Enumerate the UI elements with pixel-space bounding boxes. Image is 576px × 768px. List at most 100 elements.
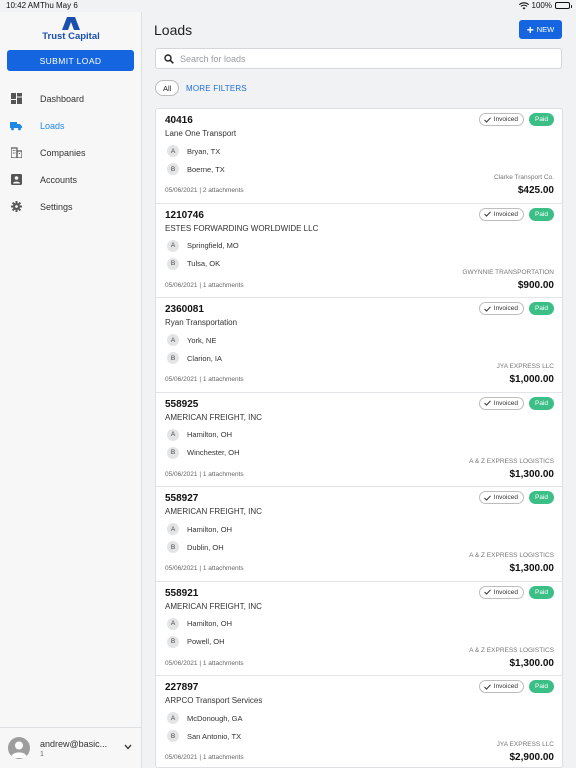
load-amount: $1,300.00 [509,563,555,574]
origin-marker-icon: A [167,617,179,630]
load-card[interactable]: 1210746 ESTES FORWARDING WORLDWIDE LLC A… [156,204,562,298]
invoiced-badge: Invoiced [478,680,524,693]
sidebar-item-accounts[interactable]: Accounts [0,166,142,193]
person-icon [11,741,27,758]
paid-badge: Paid [528,396,554,410]
status-chips: Invoiced Paid [478,113,554,126]
status-time: 10:42 AM [6,1,40,10]
status-bar: 10:42 AM Thu May 6 100% [0,0,576,12]
sidebar-item-settings[interactable]: Settings [0,193,142,220]
trust-capital-logo-icon [62,17,80,30]
search-input[interactable] [180,53,540,64]
invoiced-label: Invoiced [493,399,518,407]
load-number: 2360081 [165,304,204,315]
invoiced-label: Invoiced [493,210,518,218]
origin-marker-icon: A [167,145,179,157]
destination-city: Dublin, OH [187,542,224,552]
load-carrier: ESTES FORWARDING WORLDWIDE LLC [165,223,319,233]
status-chips: Invoiced Paid [478,585,554,599]
status-chips: Invoiced Paid [478,207,554,221]
invoiced-label: Invoiced [493,116,518,123]
filter-chip-all[interactable]: All [155,80,180,96]
status-date: Thu May 6 [40,1,78,10]
truck-icon [10,120,22,132]
destination-marker-icon: B [167,635,179,648]
origin-stop: A York, NE [167,334,216,346]
check-icon [483,211,491,217]
load-number: 558927 [165,493,199,504]
load-card[interactable]: 227897 ARPCO Transport Services A McDono… [156,676,562,767]
load-amount: $1,300.00 [509,468,555,480]
origin-stop: A McDonough, GA [167,712,242,724]
load-card[interactable]: 2360081 Ryan Transportation A York, NE B… [156,298,562,393]
load-meta: 05/06/2021 | 2 attachments [165,187,244,194]
destination-city: San Antonio, TX [187,731,242,741]
origin-city: Hamilton, OH [187,619,233,628]
load-number: 1210746 [165,209,204,221]
origin-city: McDonough, GA [187,713,243,723]
load-meta: 05/06/2021 | 1 attachments [165,565,244,572]
load-amount: $1,000.00 [509,374,555,385]
origin-stop: A Hamilton, OH [167,428,233,441]
status-chips: Invoiced Paid [478,302,554,315]
gear-icon [10,201,22,213]
status-chips: Invoiced Paid [478,396,554,410]
sidebar-item-loads[interactable]: Loads [0,112,142,139]
load-number: 227897 [165,682,199,693]
chevron-down-icon[interactable] [124,744,132,750]
load-card[interactable]: 558927 AMERICAN FREIGHT, INC A Hamilton,… [156,487,562,582]
sidebar-nav: Dashboard Loads Companies Accounts Setti… [0,85,142,220]
main-content: Loads + NEW All MORE FILTERS 40416 Lane … [142,12,576,768]
check-icon [483,400,491,406]
sidebar-item-label: Companies [40,147,86,158]
destination-city: Tulsa, OK [187,259,221,268]
invoiced-badge: Invoiced [478,207,524,221]
invoiced-badge: Invoiced [478,302,524,315]
origin-stop: A Bryan, TX [167,145,220,157]
battery-percent: 100% [531,1,552,10]
load-card[interactable]: 40416 Lane One Transport A Bryan, TX B B… [156,109,562,204]
destination-stop: B Winchester, OH [167,446,240,459]
origin-stop: A Hamilton, OH [167,617,233,630]
sidebar-item-label: Settings [40,201,73,212]
invoiced-label: Invoiced [493,305,518,312]
load-amount: $900.00 [517,279,554,291]
load-meta: 05/06/2021 | 1 attachments [165,659,244,667]
load-carrier: ARPCO Transport Services [165,696,263,705]
user-sub: 1 [40,750,44,758]
load-payee: JYA EXPRESS LLC [496,363,554,370]
origin-city: Hamilton, OH [187,430,233,439]
sidebar-item-dashboard[interactable]: Dashboard [0,85,142,112]
destination-stop: B San Antonio, TX [167,730,241,742]
origin-city: Hamilton, OH [187,524,233,534]
origin-stop: A Hamilton, OH [167,523,232,535]
account-box-icon [10,174,22,186]
load-meta: 05/06/2021 | 1 attachments [165,754,244,761]
load-card[interactable]: 558921 AMERICAN FREIGHT, INC A Hamilton,… [156,582,562,676]
load-payee: GWYNNIE TRANSPORTATION [462,268,554,276]
load-payee: A & Z EXPRESS LOGISTICS [469,457,554,465]
check-icon [483,116,491,123]
origin-marker-icon: A [167,523,179,535]
load-carrier: Lane One Transport [165,129,237,138]
invoiced-badge: Invoiced [478,113,524,126]
submit-load-button[interactable]: SUBMIT LOAD [7,50,134,71]
load-amount: $2,900.00 [509,752,555,763]
destination-city: Clarion, IA [187,353,223,363]
origin-stop: A Springfield, MO [167,239,239,252]
load-card[interactable]: 558925 AMERICAN FREIGHT, INC A Hamilton,… [156,393,562,487]
battery-icon [555,2,572,9]
more-filters-link[interactable]: MORE FILTERS [186,84,247,93]
search-bar[interactable] [155,48,562,69]
user-menu[interactable]: andrew@basic... 1 [0,727,142,768]
load-carrier: AMERICAN FREIGHT, INC [165,601,262,611]
check-icon [483,683,491,690]
load-list[interactable]: 40416 Lane One Transport A Bryan, TX B B… [155,108,563,768]
new-load-button[interactable]: + NEW [519,20,562,39]
sidebar-item-companies[interactable]: Companies [0,139,142,166]
destination-city: Winchester, OH [187,448,240,457]
load-meta: 05/06/2021 | 1 attachments [165,281,244,289]
check-icon [483,305,491,312]
load-carrier: Ryan Transportation [165,318,238,327]
brand-logo[interactable]: Trust Capital [0,17,142,42]
